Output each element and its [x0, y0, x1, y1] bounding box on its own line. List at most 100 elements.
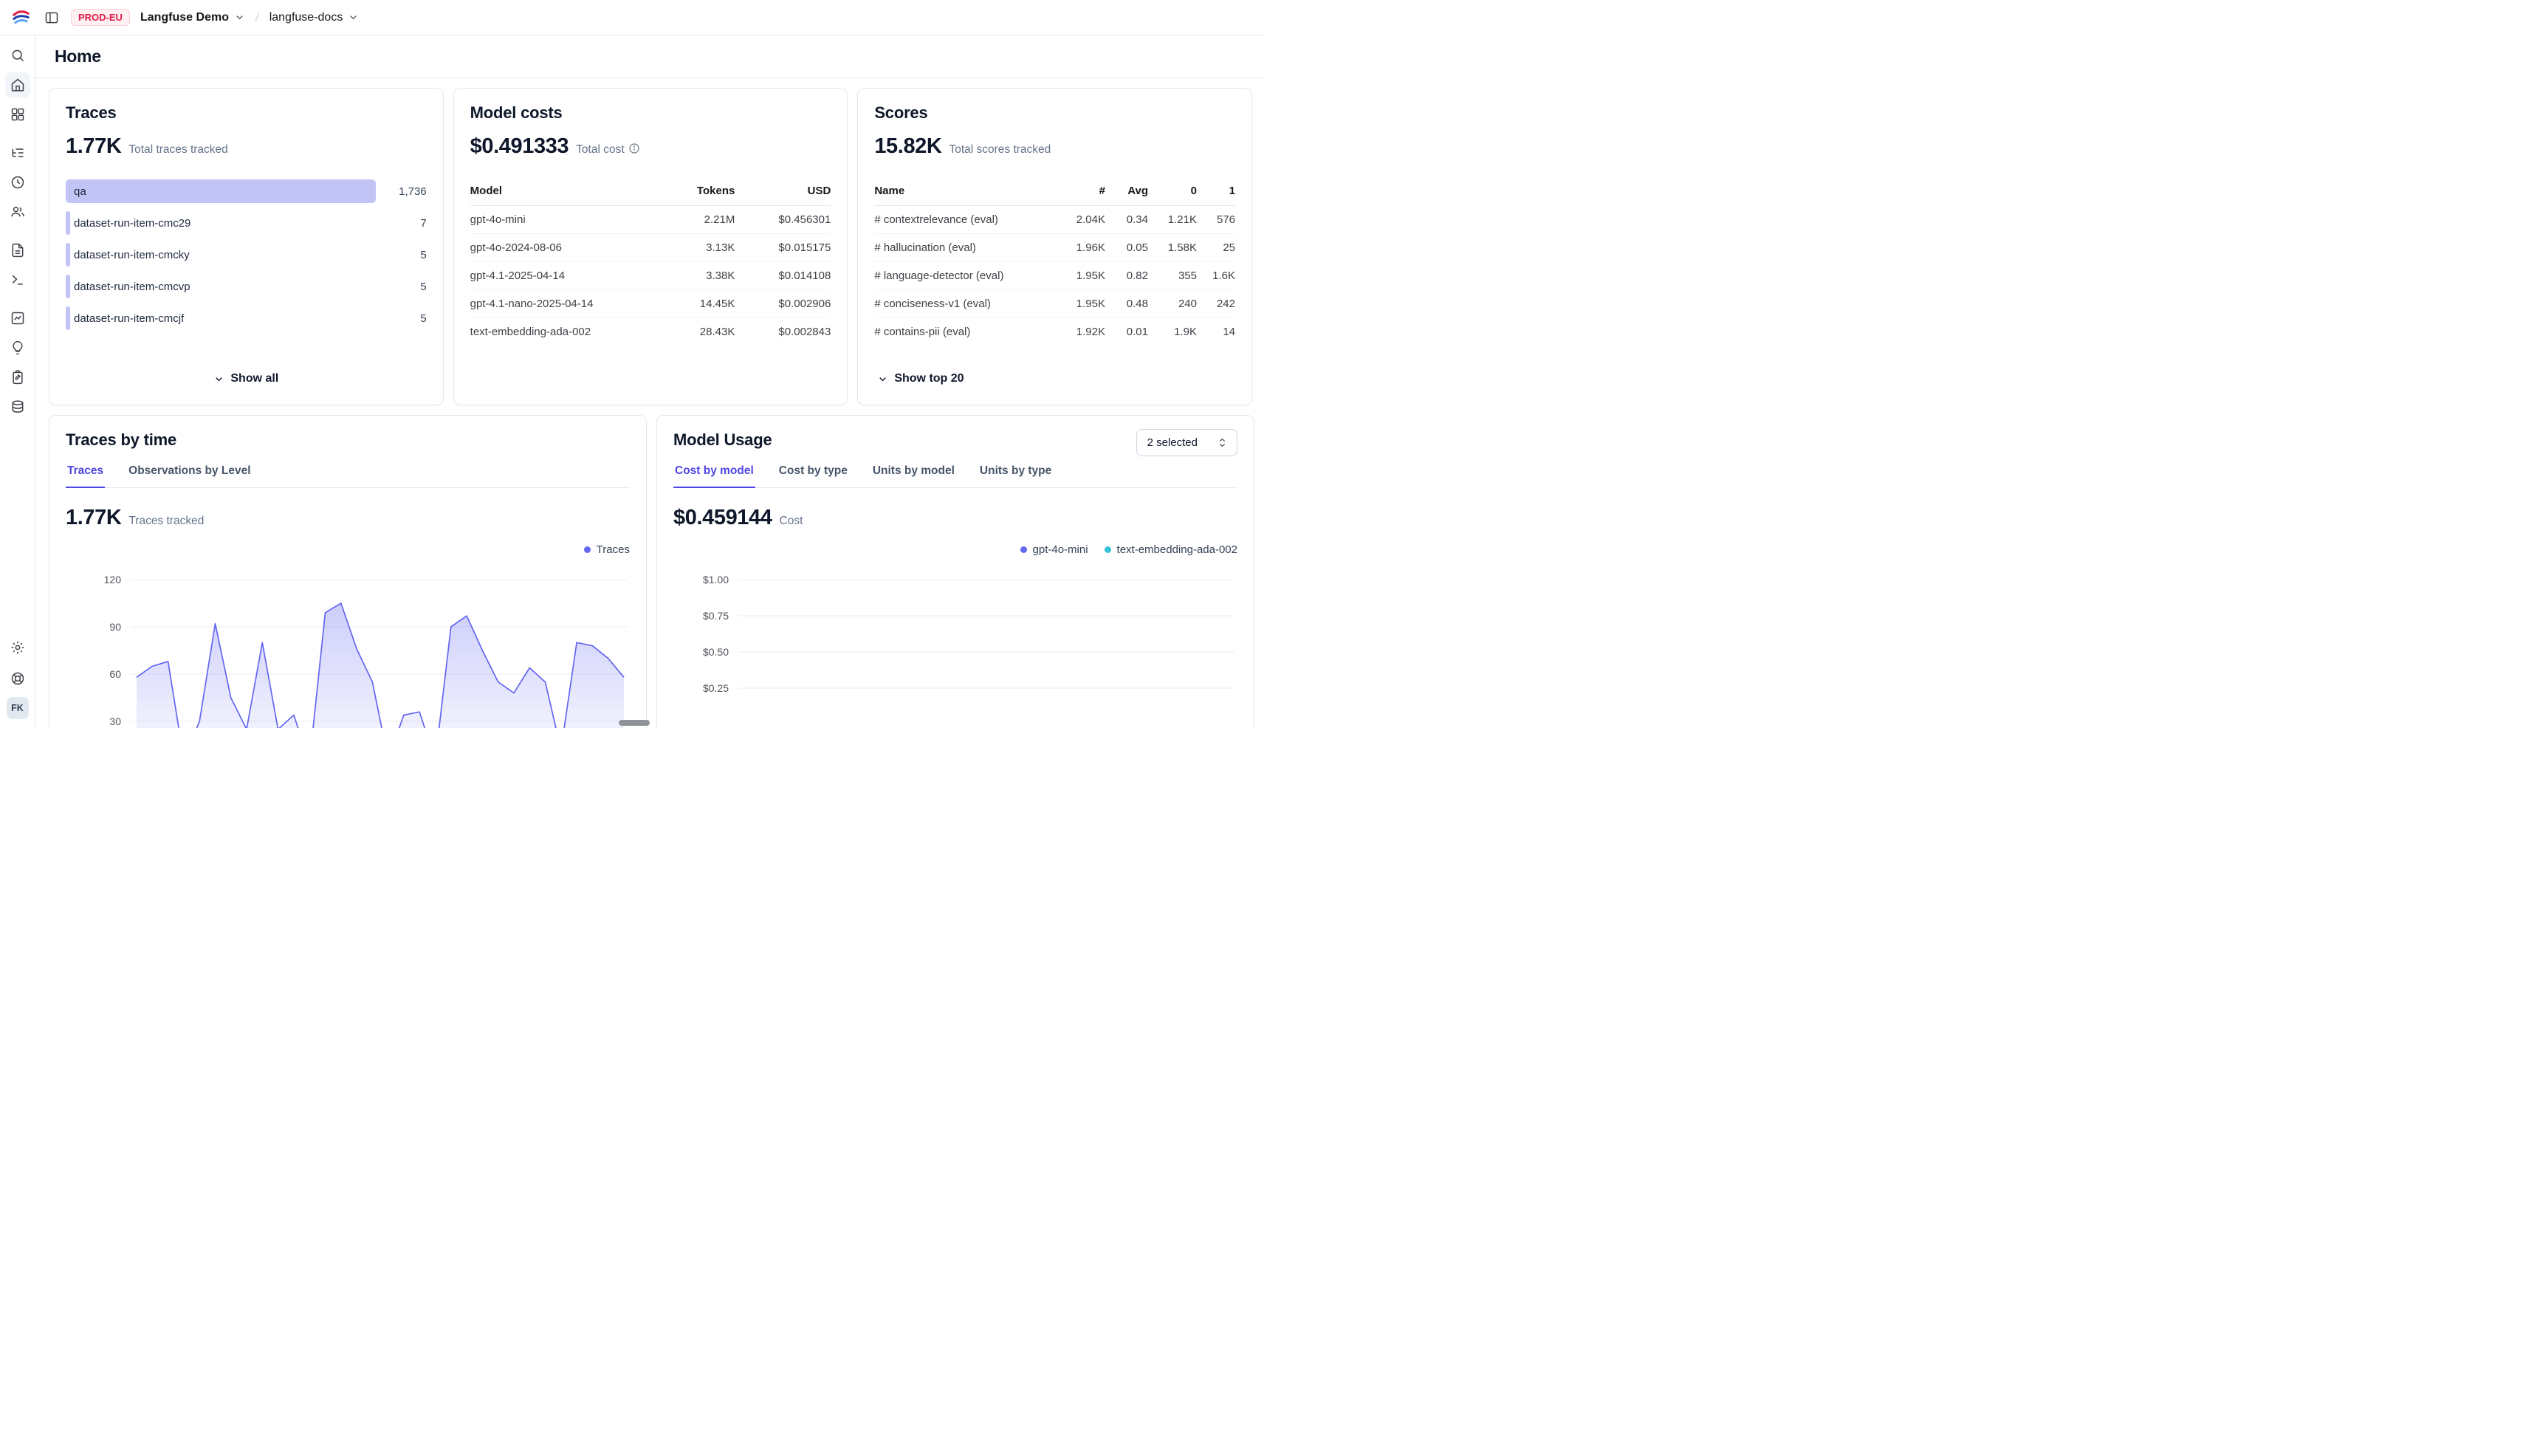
trace-bar-row[interactable]: dataset-run-item-cmcjf5: [66, 306, 427, 330]
table-cell: 0.48: [1105, 290, 1148, 318]
file-text-icon: [10, 243, 25, 258]
model-select-value: 2 selected: [1147, 436, 1198, 449]
organization-name: Langfuse Demo: [140, 11, 229, 24]
user-avatar[interactable]: FK: [7, 697, 29, 719]
sidebar-nav: FK: [0, 35, 35, 728]
column-header: Avg: [1105, 178, 1148, 206]
tab-observations-by-level[interactable]: Observations by Level: [127, 464, 252, 488]
table-row[interactable]: gpt-4.1-nano-2025-04-1414.45K$0.002906: [470, 290, 831, 318]
table-cell: 1.6K: [1197, 262, 1235, 290]
table-cell: 355: [1148, 262, 1197, 290]
table-cell: 242: [1197, 290, 1235, 318]
sidebar-item-settings[interactable]: [5, 635, 30, 660]
table-row[interactable]: gpt-4o-mini2.21M$0.456301: [470, 206, 831, 234]
nav-group-evaluation: [5, 306, 30, 419]
langfuse-logo[interactable]: [10, 6, 32, 29]
trace-bar: [66, 306, 70, 330]
cards-row-bottom: Traces by time Traces Observations by Le…: [49, 415, 1252, 728]
sidebar-toggle-button[interactable]: [41, 7, 62, 28]
table-cell: 1.9K: [1148, 318, 1197, 346]
project-switcher[interactable]: langfuse-docs: [268, 8, 361, 27]
column-header: #: [1057, 178, 1105, 206]
tab-traces[interactable]: Traces: [66, 464, 105, 488]
horizontal-scrollbar-thumb[interactable]: [619, 720, 650, 726]
sidebar-item-users[interactable]: [5, 199, 30, 224]
scores-metric: 15.82K: [874, 134, 941, 159]
sidebar-item-home[interactable]: [5, 72, 30, 97]
info-icon[interactable]: [628, 142, 640, 154]
table-cell: $0.014108: [735, 262, 831, 290]
table-cell: 0.01: [1105, 318, 1148, 346]
column-header: Tokens: [646, 178, 735, 206]
sidebar-item-sessions[interactable]: [5, 170, 30, 195]
table-header: Name # Avg 0 1: [874, 178, 1235, 206]
panel-left-icon: [44, 10, 59, 25]
show-top-20-button[interactable]: Show top 20: [874, 368, 966, 390]
tab-cost-by-model[interactable]: Cost by model: [673, 464, 755, 488]
model-costs-metric: $0.491333: [470, 134, 569, 159]
trace-count: 5: [420, 312, 426, 325]
tab-cost-by-type[interactable]: Cost by type: [777, 464, 849, 488]
langfuse-logo-icon: [13, 9, 30, 26]
sidebar-item-tracing[interactable]: [5, 140, 30, 165]
trace-bar-row[interactable]: qa1,736: [66, 179, 427, 203]
sidebar-item-dashboards[interactable]: [5, 102, 30, 127]
model-select[interactable]: 2 selected: [1136, 429, 1237, 456]
table-row[interactable]: # hallucination (eval)1.96K0.051.58K25: [874, 234, 1235, 262]
table-cell: 14: [1197, 318, 1235, 346]
legend-dot: [1105, 546, 1111, 553]
tab-units-by-type[interactable]: Units by type: [978, 464, 1053, 488]
sidebar-item-support[interactable]: [5, 666, 30, 691]
traces-metric-row: 1.77K Total traces tracked: [66, 134, 427, 159]
project-name: langfuse-docs: [269, 11, 343, 24]
terminal-icon: [10, 272, 25, 287]
trace-bar-row[interactable]: dataset-run-item-cmcky5: [66, 243, 427, 267]
traces-card-title: Traces: [66, 103, 427, 123]
y-tick-label: $0.25: [703, 682, 729, 694]
gear-icon: [10, 640, 25, 655]
table-cell: 0.34: [1105, 206, 1148, 234]
table-cell: 28.43K: [646, 318, 735, 346]
sidebar-item-datasets[interactable]: [5, 394, 30, 419]
tab-units-by-model[interactable]: Units by model: [871, 464, 956, 488]
traces-bar-list: qa1,736 dataset-run-item-cmc297 dataset-ru…: [66, 179, 427, 338]
sidebar-item-annotation[interactable]: [5, 365, 30, 390]
table-row[interactable]: # language-detector (eval)1.95K0.823551.…: [874, 262, 1235, 290]
y-tick-label: $0.50: [703, 646, 729, 658]
model-usage-tabs: Cost by model Cost by type Units by mode…: [673, 464, 1237, 488]
area-fill: [137, 603, 624, 728]
nav-group-bottom: FK: [5, 635, 30, 719]
cards-row-top: Traces 1.77K Total traces tracked qa1,73…: [49, 88, 1252, 405]
y-tick-label: 120: [104, 574, 122, 586]
model-costs-card: Model costs $0.491333 Total cost Model T…: [453, 88, 848, 405]
show-all-button[interactable]: Show all: [206, 368, 286, 390]
y-tick-label: 30: [109, 715, 121, 727]
sidebar-item-llm-as-judge[interactable]: [5, 335, 30, 360]
content-area: Traces 1.77K Total traces tracked qa1,73…: [35, 78, 1266, 728]
table-row[interactable]: # contains-pii (eval)1.92K0.011.9K14: [874, 318, 1235, 346]
table-cell: # contains-pii (eval): [874, 318, 1057, 346]
table-header: Model Tokens USD: [470, 178, 831, 206]
sidebar-item-scores[interactable]: [5, 306, 30, 331]
table-row[interactable]: gpt-4.1-2025-04-143.38K$0.014108: [470, 262, 831, 290]
legend-label: Traces: [597, 543, 630, 556]
table-row[interactable]: # conciseness-v1 (eval)1.95K0.48240242: [874, 290, 1235, 318]
trace-count: 1,736: [399, 185, 427, 198]
chevron-down-icon: [213, 374, 224, 385]
trace-bar-row[interactable]: dataset-run-item-cmc297: [66, 211, 427, 235]
traces-by-time-card: Traces by time Traces Observations by Le…: [49, 415, 647, 728]
table-row[interactable]: gpt-4o-2024-08-063.13K$0.015175: [470, 234, 831, 262]
table-row[interactable]: text-embedding-ada-00228.43K$0.002843: [470, 318, 831, 346]
sidebar-item-prompts[interactable]: [5, 238, 30, 263]
sidebar-item-playground[interactable]: [5, 267, 30, 292]
table-cell: gpt-4.1-2025-04-14: [470, 262, 647, 290]
trace-label: dataset-run-item-cmcvp: [74, 281, 190, 293]
clipboard-pen-icon: [10, 370, 25, 385]
sidebar-item-search[interactable]: [5, 43, 30, 68]
table-row[interactable]: # contextrelevance (eval)2.04K0.341.21K5…: [874, 206, 1235, 234]
trace-bar-row[interactable]: dataset-run-item-cmcvp5: [66, 275, 427, 298]
page-header: Home: [35, 35, 1266, 78]
model-costs-card-title: Model costs: [470, 103, 831, 123]
scores-table: Name # Avg 0 1 # contextrelevance (eval)…: [874, 178, 1235, 346]
organization-switcher[interactable]: Langfuse Demo: [139, 8, 247, 27]
